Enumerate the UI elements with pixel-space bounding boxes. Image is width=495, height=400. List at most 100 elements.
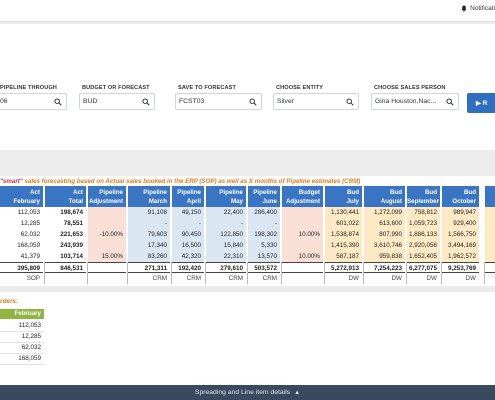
search-icon[interactable] [249,98,257,106]
grid-cell[interactable]: 22,310 [206,251,246,262]
grid-cell[interactable]: 1,652,405 [407,251,440,262]
grid-cell[interactable]: 198,674 [45,207,86,218]
entity-input[interactable]: Silver [273,93,359,110]
grid-cell[interactable]: 221,653 [45,229,86,240]
column-header[interactable]: Pipeline March [128,186,170,207]
grid-cell[interactable]: 1, [485,251,495,262]
grid-cell[interactable]: 601,022 [325,218,362,229]
search-icon[interactable] [346,98,354,106]
grid-cell[interactable]: 1,059,723 [407,218,440,229]
budget-forecast-input[interactable]: BUD [79,93,155,110]
sales-person-input[interactable]: Gina Houston,Nac... [371,93,459,110]
grid-cell[interactable]: 1,566,750 [442,229,479,240]
grid-cell[interactable]: 1,130,441 [325,207,362,218]
search-icon[interactable] [446,98,454,106]
grid-cell[interactable]: 1, [485,229,495,240]
column-header[interactable]: No [485,186,495,207]
grid-cell[interactable]: 198,302 [248,229,280,240]
column-header[interactable]: Act Total [45,186,86,207]
grid-cell[interactable]: 42,320 [172,251,204,262]
column-header[interactable]: Pipeline May [206,186,246,207]
grid-cell[interactable]: 103,714 [45,251,86,262]
grid-cell[interactable]: 10.00% [282,229,323,240]
grid-cell[interactable]: 79,603 [128,229,170,240]
grid-cell[interactable]: 2,920,056 [407,240,440,251]
grid-cell[interactable]: 62,032 [0,229,43,240]
grid-cell[interactable] [88,218,126,229]
orders-cell[interactable]: 12,285 [0,331,44,342]
grid-cell[interactable]: 17,340 [128,240,170,251]
grid-cell[interactable]: 1,272,099 [364,207,405,218]
grid-cell[interactable]: 613,600 [364,218,405,229]
column-header[interactable]: Pipeline April [172,186,204,207]
grid-cell[interactable]: 959,838 [364,251,405,262]
grid-cell[interactable]: 286,400 [248,207,280,218]
notifications-button[interactable]: Notificati [461,5,495,12]
column-header[interactable]: Budget Adjustment [282,186,323,207]
column-header-line1: Pipeline [177,188,201,196]
column-header[interactable]: Bud September [407,186,440,207]
grid-cell[interactable]: 2, [485,240,495,251]
grid-cell[interactable]: 13,570 [248,251,280,262]
grid-cell[interactable]: 78,551 [45,218,86,229]
grid-cell[interactable]: 1,886,133 [407,229,440,240]
grid-cell[interactable]: 49,150 [172,207,204,218]
column-header[interactable]: Bud August [364,186,405,207]
orders-cell[interactable]: 168,059 [0,353,44,364]
grid-cell[interactable]: 90,450 [172,229,204,240]
save-forecast-input[interactable]: FCST03 [175,93,262,110]
column-header[interactable]: Act February [0,186,43,207]
run-button[interactable]: ▶ R [467,93,495,113]
grid-cell[interactable]: 989,947 [442,207,479,218]
pipeline-through-input[interactable]: 06 [0,93,67,110]
grid-cell[interactable]: - [128,218,170,229]
grid-cell[interactable]: 10.00% [282,251,323,262]
grid-cell[interactable] [282,207,323,218]
grid-cell[interactable]: 91,108 [128,207,170,218]
search-icon[interactable] [142,98,150,106]
grid-cell[interactable]: 758,812 [407,207,440,218]
grid-cell[interactable]: 1,962,572 [442,251,479,262]
grid-cell[interactable] [282,218,323,229]
grid-cell[interactable]: 112,053 [0,207,43,218]
grid-cell[interactable]: 15.00% [88,251,126,262]
column-header[interactable]: Pipeline June [248,186,280,207]
grid-cell[interactable] [88,207,126,218]
search-icon[interactable] [54,98,62,106]
column-header[interactable]: Pipeline Adjustment [88,186,126,207]
grid-cell[interactable]: 22,400 [206,207,246,218]
orders-cell[interactable]: 62,032 [0,342,44,353]
grid-cell[interactable]: 1,4 [485,207,495,218]
grid-cell[interactable]: 41,379 [0,251,43,262]
grid-cell[interactable]: 12,285 [0,218,43,229]
details-toggle-bar[interactable]: Spreading and Line item details ▲ [0,385,495,400]
grid-cell[interactable] [88,240,126,251]
grid-cell[interactable]: 587,187 [325,251,362,262]
grid-cell[interactable]: 83,260 [128,251,170,262]
column-header[interactable]: Bud July [325,186,362,207]
grid-cell[interactable]: - [172,218,204,229]
grid-cell[interactable]: - [206,218,246,229]
grid-cell[interactable]: 1,415,390 [325,240,362,251]
column-divider [171,262,172,284]
grid-cell[interactable]: 15,840 [206,240,246,251]
grid-cell[interactable]: -10.00% [88,229,126,240]
grid-cell[interactable]: - [248,218,280,229]
grid-cell[interactable]: 1,538,874 [325,229,362,240]
column-header[interactable]: Bud October [442,186,479,207]
grid-cell[interactable]: 122,850 [206,229,246,240]
grid-cell[interactable]: 16,500 [172,240,204,251]
total-cell: 271,311 [128,262,170,273]
source-cell: DW [391,275,403,282]
grid-cell[interactable]: 1, [485,218,495,229]
grid-cell[interactable]: 5,330 [248,240,280,251]
grid-cell[interactable]: 3,610,746 [364,240,405,251]
grid-cell[interactable]: 3,494,169 [442,240,479,251]
grid-cell[interactable]: 929,400 [442,218,479,229]
grid-cell[interactable]: 807,990 [364,229,405,240]
grid-cell[interactable]: 243,939 [45,240,86,251]
grid-cell[interactable] [282,240,323,251]
grid-cell[interactable]: 168,059 [0,240,43,251]
column-divider [87,262,88,284]
orders-cell[interactable]: 112,053 [0,320,44,331]
